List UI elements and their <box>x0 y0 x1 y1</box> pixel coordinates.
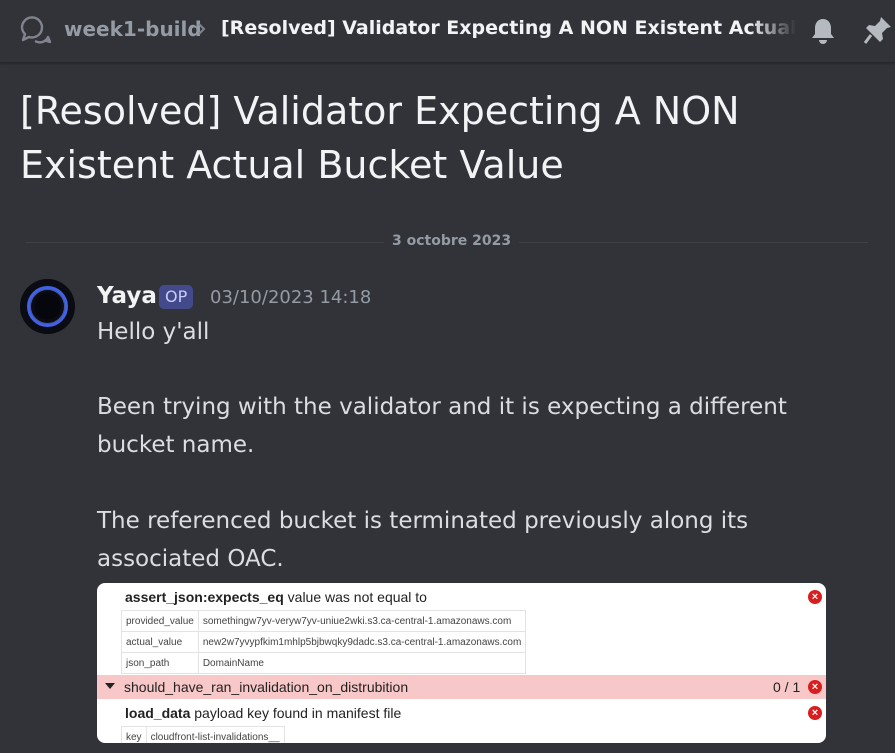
pin-icon[interactable] <box>862 14 894 46</box>
message-line: associated OAC. <box>97 546 284 572</box>
detail-value: DomainName <box>197 652 527 674</box>
check-details-table: key cloudfront-list-invalidations__ <box>121 726 285 743</box>
detail-key: key <box>121 726 147 743</box>
failing-check-count: 0 / 1 <box>773 679 801 695</box>
error-circle-icon: × <box>808 706 822 720</box>
failing-check-group: should_have_ran_invalidation_on_distrubi… <box>97 675 826 699</box>
chevron-right-icon <box>198 23 206 35</box>
date-divider-label: 3 octobre 2023 <box>384 233 520 249</box>
message-timestamp: 03/10/2023 14:18 <box>210 287 372 308</box>
error-circle-icon: × <box>808 590 822 604</box>
detail-key: actual_value <box>121 631 199 653</box>
message-line: The referenced bucket is terminated prev… <box>97 508 749 534</box>
bell-icon[interactable] <box>809 16 837 46</box>
op-badge: OP <box>159 285 194 309</box>
detail-key: provided_value <box>121 610 199 632</box>
message-line: Hello y'all <box>97 319 210 345</box>
avatar-image <box>20 279 75 334</box>
channel-name[interactable]: week1-build <box>64 17 202 41</box>
author-name[interactable]: Yaya <box>97 283 157 309</box>
check-message: payload key found in manifest file <box>194 705 402 721</box>
thread-title: [Resolved] Validator Expecting A NON Exi… <box>221 17 796 39</box>
check-title: assert_json:expects_eq value was not equ… <box>125 589 427 605</box>
post-title: [Resolved] Validator Expecting A NON Exi… <box>20 89 740 187</box>
table-row: provided_value somethingw7yv-veryw7yv-un… <box>121 610 527 632</box>
detail-value: somethingw7yv-veryw7yv-uniue2wki.s3.ca-c… <box>197 610 527 632</box>
table-row: actual_value new2w7yvypfkim1mhlp5bjbwqky… <box>121 631 527 653</box>
check-title: load_data payload key found in manifest … <box>125 705 401 721</box>
error-circle-icon: × <box>808 680 822 694</box>
failing-check-label: should_have_ran_invalidation_on_distrubi… <box>124 679 409 695</box>
message-line: bucket name. <box>97 432 255 458</box>
message-line: Been trying with the validator and it is… <box>97 394 787 420</box>
detail-value: new2w7yvypfkim1mhlp5bjbwqky9dadc.s3.ca-c… <box>197 631 527 653</box>
check-details-table: provided_value somethingw7yv-veryw7yv-un… <box>121 610 527 674</box>
caret-down-icon <box>105 683 115 689</box>
table-row: key cloudfront-list-invalidations__ <box>121 726 285 743</box>
table-row: json_path DomainName <box>121 652 527 674</box>
image-attachment[interactable]: assert_json:expects_eq value was not equ… <box>97 583 826 743</box>
thread-header: week1-build [Resolved] Validator Expecti… <box>0 0 895 63</box>
avatar[interactable] <box>20 279 75 334</box>
check-message: value was not equal to <box>287 589 427 605</box>
check-name: load_data <box>125 705 191 721</box>
thread-icon <box>20 16 52 44</box>
detail-key: json_path <box>121 652 199 674</box>
check-name: assert_json:expects_eq <box>125 589 284 605</box>
detail-value: cloudfront-list-invalidations__ <box>145 726 285 743</box>
